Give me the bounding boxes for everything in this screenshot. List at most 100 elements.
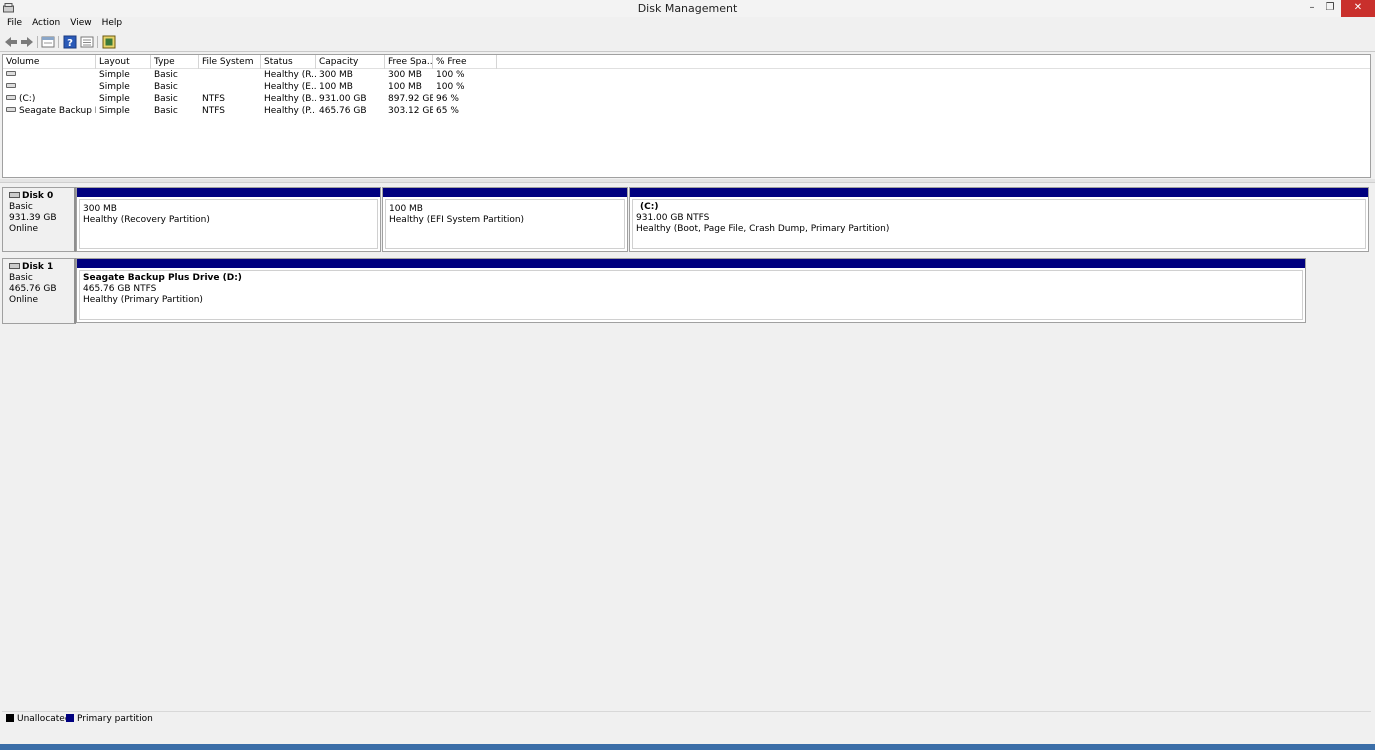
table-row[interactable]: Simple Basic Healthy (R... 300 MB 300 MB…	[3, 69, 503, 81]
partition-efi[interactable]: 100 MB Healthy (EFI System Partition)	[382, 187, 628, 252]
menu-view[interactable]: View	[65, 17, 96, 32]
cell-file-system: NTFS	[202, 106, 225, 116]
cell-layout: Simple	[99, 94, 130, 104]
disk-name: Disk 0	[22, 191, 54, 201]
cell-type: Basic	[154, 94, 178, 104]
legend-label: Primary partition	[77, 714, 153, 724]
table-row[interactable]: Simple Basic Healthy (E... 100 MB 100 MB…	[3, 81, 503, 93]
toolbar-separator	[97, 36, 98, 48]
properties-icon[interactable]	[41, 35, 55, 49]
volume-list[interactable]: Volume Layout Type File System Status Ca…	[2, 54, 1371, 178]
volume-name: (C:)	[19, 94, 36, 104]
menu-help[interactable]: Help	[97, 17, 128, 32]
partition-title: Seagate Backup Plus Drive (D:)	[83, 273, 242, 283]
column-header-file-system[interactable]: File System	[199, 55, 261, 69]
cell-capacity: 465.76 GB	[319, 106, 367, 116]
partition-recovery[interactable]: 300 MB Healthy (Recovery Partition)	[76, 187, 381, 252]
partition-bar	[383, 188, 627, 197]
disk-name: Disk 1	[22, 262, 54, 272]
minimize-button[interactable]: –	[1303, 0, 1321, 17]
cell-capacity: 300 MB	[319, 70, 353, 80]
disk-1-label[interactable]: Disk 1 Basic 465.76 GB Online	[2, 258, 76, 324]
partition-body: Seagate Backup Plus Drive (D:) 465.76 GB…	[79, 270, 1303, 320]
cell-volume	[3, 69, 96, 81]
partition-seagate-d[interactable]: Seagate Backup Plus Drive (D:) 465.76 GB…	[76, 258, 1306, 323]
column-header-capacity[interactable]: Capacity	[316, 55, 385, 69]
cell-type: Basic	[154, 70, 178, 80]
partition-bar	[77, 259, 1305, 268]
cell-capacity: 100 MB	[319, 82, 353, 92]
legend: Unallocated Primary partition	[2, 711, 1371, 726]
forward-icon[interactable]	[20, 35, 34, 49]
partition-size: 465.76 GB NTFS	[83, 284, 157, 294]
toolbar-separator	[37, 36, 38, 48]
help-icon[interactable]: ?	[63, 35, 77, 49]
menu-action[interactable]: Action	[27, 17, 65, 32]
cell-file-system	[199, 69, 261, 81]
cell-free-space: 300 MB	[388, 70, 422, 80]
cell-status: Healthy (B...	[264, 94, 316, 104]
table-row[interactable]: (C:) Simple Basic NTFS Healthy (B... 931…	[3, 93, 503, 105]
cell-layout: Simple	[99, 106, 130, 116]
column-header-type[interactable]: Type	[151, 55, 199, 69]
disk-type: Basic	[9, 202, 33, 212]
legend-label: Unallocated	[17, 714, 71, 724]
cell-free-space: 303.12 GB	[388, 106, 433, 116]
disk-graphical-view: Disk 0 Basic 931.39 GB Online 300 MB Hea…	[0, 184, 1375, 710]
cell-layout: Simple	[99, 82, 130, 92]
partition-status: Healthy (EFI System Partition)	[389, 215, 525, 225]
column-header-percent-free[interactable]: % Free	[433, 55, 497, 69]
disk-icon	[9, 192, 20, 198]
cell-type: Basic	[154, 106, 178, 116]
legend-unallocated: Unallocated	[6, 713, 71, 725]
back-icon[interactable]	[4, 35, 18, 49]
pane-splitter[interactable]	[0, 179, 1375, 183]
column-header-volume[interactable]: Volume	[3, 55, 96, 69]
volume-drive-icon	[6, 83, 16, 88]
maximize-button[interactable]: ❐	[1321, 0, 1339, 17]
volume-drive-icon	[6, 95, 16, 100]
cell-volume: Seagate Backup Pl...	[3, 105, 96, 117]
table-row[interactable]: Seagate Backup Pl... Simple Basic NTFS H…	[3, 105, 503, 117]
column-header-status[interactable]: Status	[261, 55, 316, 69]
partition-body: (C:) 931.00 GB NTFS Healthy (Boot, Page …	[632, 199, 1366, 249]
close-button[interactable]: ✕	[1341, 0, 1375, 17]
list-view-icon[interactable]	[80, 35, 94, 49]
disk-0-label[interactable]: Disk 0 Basic 931.39 GB Online	[2, 187, 76, 252]
cell-file-system	[199, 81, 261, 93]
legend-swatch	[66, 713, 74, 722]
cell-type: Basic	[154, 82, 178, 92]
cell-free-space: 897.92 GB	[388, 94, 433, 104]
disk-settings-icon[interactable]	[102, 35, 116, 49]
volume-name: Seagate Backup Pl...	[19, 106, 96, 116]
disk-type: Basic	[9, 273, 33, 283]
volume-list-header: Volume Layout Type File System Status Ca…	[3, 55, 1370, 69]
partition-size: 931.00 GB NTFS	[636, 213, 710, 223]
title-bar: Disk Management – ❐ ✕	[0, 0, 1375, 17]
partition-c[interactable]: (C:) 931.00 GB NTFS Healthy (Boot, Page …	[629, 187, 1369, 252]
cell-free-space: 100 MB	[388, 82, 422, 92]
disk-status: Online	[9, 224, 39, 234]
taskbar[interactable]	[0, 744, 1375, 750]
cell-volume: (C:)	[3, 93, 96, 105]
cell-volume	[3, 81, 96, 93]
cell-status: Healthy (R...	[264, 70, 316, 80]
svg-text:?: ?	[67, 38, 73, 49]
partition-status: Healthy (Primary Partition)	[83, 295, 203, 305]
column-header-free-space[interactable]: Free Spa...	[385, 55, 433, 69]
disk-size: 931.39 GB	[9, 213, 57, 223]
disk-status: Online	[9, 295, 39, 305]
cell-percent-free: 100 %	[436, 82, 465, 92]
cell-status: Healthy (E...	[264, 82, 316, 92]
legend-swatch	[6, 713, 14, 722]
menu-file[interactable]: File	[2, 17, 27, 32]
partition-status: Healthy (Boot, Page File, Crash Dump, Pr…	[636, 224, 890, 234]
partition-bar	[630, 188, 1368, 197]
cell-capacity: 931.00 GB	[319, 94, 367, 104]
partition-bar	[77, 188, 380, 197]
column-header-layout[interactable]: Layout	[96, 55, 151, 69]
toolbar: ?	[0, 32, 1375, 52]
partition-size: 100 MB	[389, 204, 423, 214]
partition-body: 300 MB Healthy (Recovery Partition)	[79, 199, 378, 249]
disk-icon	[9, 263, 20, 269]
